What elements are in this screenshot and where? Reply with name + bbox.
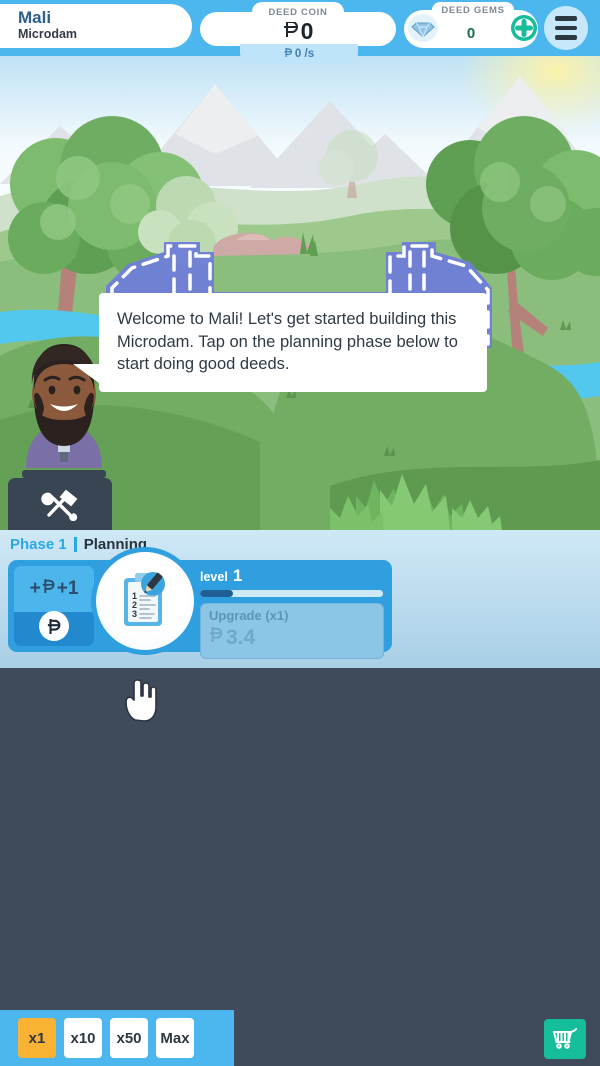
tap-earn-button[interactable]: + +1 — [14, 566, 94, 646]
deed-gems-value: 0 — [466, 24, 476, 42]
shop-button[interactable] — [544, 1019, 586, 1059]
planning-phase-card[interactable]: + +1 1 2 3 level 1 Upgrade (x1) 3.4 — [8, 552, 392, 659]
level-and-upgrade-area: level 1 Upgrade (x1) 3.4 — [200, 566, 386, 659]
game-scene: Welcome to Mali! Let's get started build… — [0, 56, 600, 530]
upgrade-cost-value: 3.4 — [226, 625, 256, 649]
tap-currency-row — [14, 611, 94, 646]
deed-coin-icon — [209, 624, 224, 651]
plus-sign: + — [29, 578, 41, 599]
phase-name: Planning — [83, 536, 148, 553]
level-progress-fill — [200, 590, 233, 597]
multiplier-x1[interactable]: x1 — [18, 1018, 56, 1058]
phase-header: Phase 1 Planning — [0, 530, 600, 553]
svg-text:3: 3 — [132, 609, 137, 619]
deed-coin-badge — [39, 611, 69, 641]
tap-reward-row: + +1 — [14, 566, 94, 612]
upgrade-button[interactable]: Upgrade (x1) 3.4 — [200, 603, 384, 659]
tutorial-text: Welcome to Mali! Let's get started build… — [117, 310, 458, 374]
planning-clipboard-button[interactable]: 123 — [96, 552, 194, 650]
diamond-icon — [408, 14, 438, 47]
hamburger-menu-button[interactable] — [544, 6, 588, 50]
menu-line — [555, 25, 577, 31]
phase-number: Phase 1 — [10, 536, 67, 553]
hammer-wrench-icon — [41, 489, 78, 521]
tutorial-speech-bubble: Welcome to Mali! Let's get started build… — [73, 293, 487, 392]
upgrade-cost-row: 3.4 — [209, 624, 375, 651]
clipboard-pencil-icon: 123 — [124, 572, 165, 626]
level-progress-bar — [200, 590, 383, 597]
phase-panel: Phase 1 Planning + +1 1 2 3 level 1 Upgr… — [0, 530, 600, 668]
city-name: Mali — [18, 8, 52, 28]
upgrade-label: Upgrade (x1) — [209, 608, 289, 623]
pointing-hand-cursor — [122, 674, 160, 729]
level-line: level 1 — [200, 566, 386, 586]
shopping-cart-icon — [553, 1028, 577, 1049]
deed-gems-label: DEED GEMS — [432, 2, 514, 18]
multiplier-x50[interactable]: x50 — [110, 1018, 148, 1058]
city-info-pill: Mali Microdam — [0, 4, 192, 48]
phase-list-empty-area — [0, 668, 600, 1010]
top-hud-bar: Mali Microdam DEED COIN 0 0 /s DEED GEMS… — [0, 0, 600, 64]
bottom-bar: x1 x10 x50 Max — [0, 1010, 600, 1066]
deed-coin-rate: 0 /s — [240, 44, 358, 64]
add-gems-button[interactable] — [510, 14, 538, 47]
multiplier-max[interactable]: Max — [156, 1018, 194, 1058]
level-value: 1 — [232, 566, 243, 585]
deed-coin-label: DEED COIN — [252, 2, 344, 22]
tools-button[interactable] — [8, 478, 112, 530]
deed-coin-rate-icon — [284, 46, 293, 62]
deed-coin-icon — [42, 576, 56, 602]
deed-coin-rate-value: 0 /s — [294, 48, 315, 60]
menu-line — [555, 16, 577, 21]
city-subtitle: Microdam — [18, 27, 78, 42]
multiplier-group: x1 x10 x50 Max — [0, 1010, 234, 1066]
multiplier-x10[interactable]: x10 — [64, 1018, 102, 1058]
phase-divider — [73, 537, 77, 552]
menu-line — [555, 35, 577, 40]
level-word: level — [200, 570, 228, 584]
tap-reward-value: +1 — [56, 578, 79, 599]
